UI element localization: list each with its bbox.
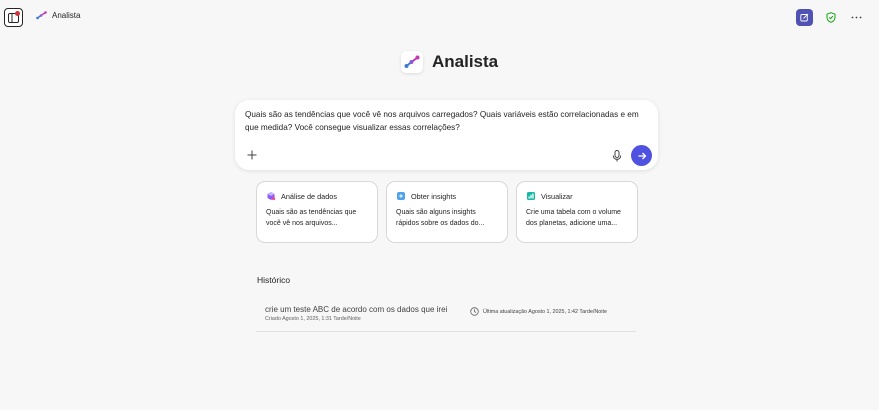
shield-check-icon — [826, 12, 835, 23]
history-item-name: crie um teste ABC de acordo com os dados… — [265, 305, 448, 314]
card-body: Crie uma tabela com o volume dos planeta… — [526, 209, 621, 227]
app-chip[interactable]: Analista — [36, 11, 80, 20]
suggestion-card-visualize[interactable]: Visualizar Crie uma tabela com o volume … — [516, 181, 638, 243]
more-options-button[interactable] — [848, 9, 865, 26]
new-chat-icon — [800, 13, 809, 22]
microphone-icon — [612, 150, 622, 162]
privacy-shield-button[interactable] — [822, 9, 839, 26]
suggestion-card-insights[interactable]: Obter insights Quais são alguns insights… — [386, 181, 508, 243]
more-icon — [851, 16, 862, 19]
insights-icon — [397, 192, 405, 200]
clock-icon — [470, 307, 479, 316]
send-button[interactable] — [631, 145, 652, 166]
arrow-right-icon — [638, 152, 646, 159]
card-body: Quais são alguns insights rápidos sobre … — [396, 209, 485, 227]
app-name-label: Analista — [52, 11, 81, 20]
suggestion-cards: Análise de dados Quais são as tendências… — [256, 181, 638, 243]
card-header: Obter insights — [396, 191, 498, 201]
history-item[interactable]: crie um teste ABC de acordo com os dados… — [256, 296, 636, 332]
new-chat-button[interactable] — [796, 9, 813, 26]
card-header: Visualizar — [526, 191, 628, 201]
analista-logo-icon — [404, 55, 420, 68]
top-bar: Analista — [0, 0, 879, 34]
history-item-created: Criado Agosto 1, 2025, 1:31 Tarde/Noite — [265, 316, 361, 322]
page-title: Analista — [432, 52, 499, 71]
visualize-icon — [527, 192, 535, 200]
suggestion-card-data-analysis[interactable]: Análise de dados Quais são as tendências… — [256, 181, 378, 243]
notification-dot — [15, 11, 20, 16]
card-title: Análise de dados — [281, 191, 337, 201]
history-item-updated-group: Última atualização Agosto 1, 2025, 1:42 … — [470, 307, 607, 316]
brand-header: Analista — [401, 51, 498, 73]
chat-composer[interactable]: Quais são as tendências que você vê nos … — [235, 100, 658, 170]
microphone-button[interactable] — [611, 149, 623, 163]
data-analysis-icon — [267, 192, 276, 201]
card-title: Visualizar — [541, 191, 573, 201]
history-item-updated: Última atualização Agosto 1, 2025, 1:42 … — [483, 308, 607, 315]
composer-input[interactable]: Quais são as tendências que você vê nos … — [245, 109, 650, 134]
history-title: Histórico — [257, 275, 291, 285]
add-attachment-button[interactable] — [245, 148, 259, 162]
card-header: Análise de dados — [266, 191, 368, 201]
brand-logo — [401, 51, 423, 73]
sidebar-toggle-button[interactable] — [4, 8, 23, 27]
analista-logo-icon — [36, 11, 47, 20]
top-actions — [796, 9, 865, 26]
plus-icon — [247, 150, 257, 160]
card-title: Obter insights — [411, 191, 457, 201]
card-body: Quais são as tendências que você vê nos … — [266, 209, 357, 227]
